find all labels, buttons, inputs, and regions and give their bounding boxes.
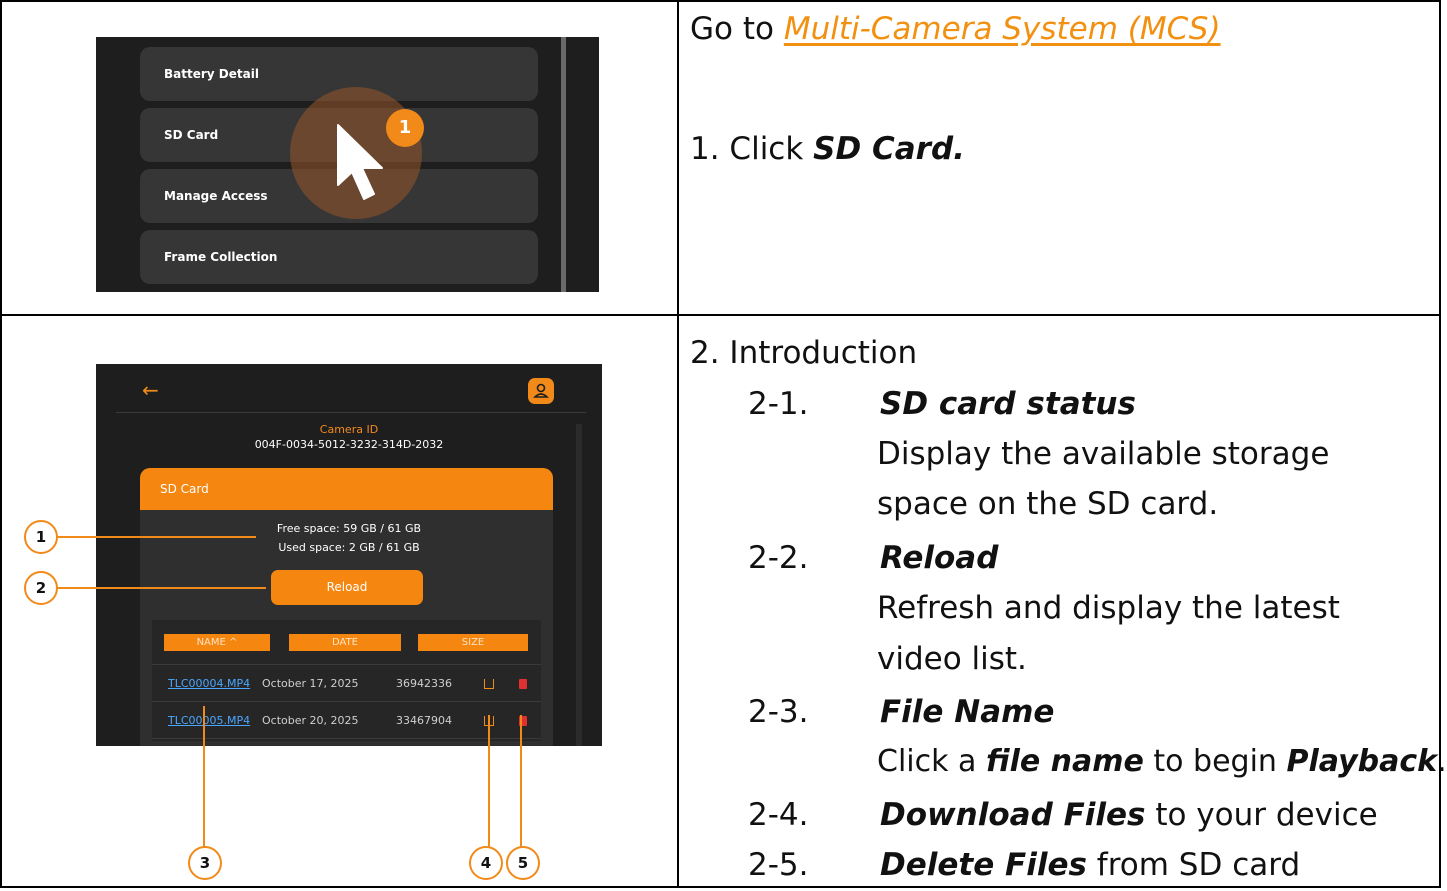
item-2-4-number: 2-4. — [748, 797, 809, 833]
callout-line — [488, 715, 490, 848]
file-size: 36942336 — [396, 677, 452, 690]
desc-text: to begin — [1143, 744, 1287, 779]
reload-button[interactable]: Reload — [271, 570, 423, 605]
item-2-2-number: 2-2. — [748, 540, 809, 576]
file-date: October 20, 2025 — [262, 714, 359, 727]
callout-line — [520, 715, 522, 848]
callout-5: 5 — [506, 846, 540, 880]
item-2-1-number: 2-1. — [748, 386, 809, 422]
column-header-date[interactable]: DATE — [289, 634, 401, 651]
item-2-3-title: File Name — [880, 694, 1055, 730]
item-2-2-desc-line1: Refresh and display the latest — [877, 590, 1340, 626]
item-2-1-title: SD card status — [880, 386, 1136, 422]
item-2-3-number: 2-3. — [748, 694, 809, 730]
profile-icon[interactable] — [528, 378, 554, 404]
header-divider — [116, 412, 586, 413]
column-header-name[interactable]: NAME ^ — [164, 634, 270, 651]
file-name-link[interactable]: TLC00005.MP4 — [168, 714, 250, 727]
camera-id-label: Camera ID — [319, 423, 379, 436]
item-2-1-desc-line2: space on the SD card. — [877, 486, 1219, 522]
desc-emphasis: file name — [985, 744, 1144, 779]
callout-3: 3 — [188, 846, 222, 880]
callout-line — [56, 587, 266, 589]
item-2-4-text: Download Files to your device — [880, 796, 1378, 834]
file-date: October 17, 2025 — [262, 677, 359, 690]
delete-icon[interactable] — [519, 679, 527, 689]
callout-line — [203, 706, 205, 848]
go-to-line: Go to Multi-Camera System (MCS) — [690, 10, 1221, 48]
table-column-divider — [677, 0, 679, 888]
back-arrow-icon[interactable]: ← — [142, 378, 159, 402]
item-2-4-title: Download Files — [880, 797, 1146, 833]
scrollbar[interactable] — [576, 424, 582, 746]
file-name-link[interactable]: TLC00004.MP4 — [168, 677, 250, 690]
step-1: 1. Click SD Card. — [690, 130, 965, 168]
scrollbar[interactable] — [561, 37, 566, 292]
intro-title: 2. Introduction — [690, 335, 918, 371]
item-2-2-title: Reload — [880, 540, 999, 576]
free-space-text: Free space: 59 GB / 61 GB — [276, 522, 422, 535]
callout-line — [56, 536, 256, 538]
item-2-4-desc: to your device — [1145, 797, 1378, 833]
screenshot-sd-card: ← Camera ID 004F-0034-5012-3232-314D-203… — [96, 364, 602, 746]
item-2-1-desc-line1: Display the available storage — [877, 436, 1330, 472]
item-2-3-desc: Click a file name to begin Playback. — [877, 743, 1447, 781]
step-1-target: SD Card. — [813, 131, 965, 167]
screenshot-menu: Battery Detail SD Card Manage Access Fra… — [96, 37, 599, 292]
desc-emphasis: Playback — [1286, 744, 1438, 779]
item-2-5-number: 2-5. — [748, 847, 809, 883]
sd-card-title: SD Card — [140, 468, 553, 510]
row-divider — [152, 701, 541, 702]
callout-2: 2 — [24, 571, 58, 605]
step-1-prefix: 1. Click — [690, 131, 814, 167]
item-2-5-text: Delete Files from SD card — [880, 846, 1300, 884]
camera-id-value: 004F-0034-5012-3232-314D-2032 — [254, 438, 444, 451]
used-space-text: Used space: 2 GB / 61 GB — [278, 541, 420, 554]
item-2-5-desc: from SD card — [1086, 847, 1301, 883]
desc-text: Click a — [877, 744, 986, 779]
cursor-icon — [337, 124, 383, 200]
row-divider — [152, 738, 541, 739]
download-icon[interactable] — [484, 679, 494, 689]
row-divider — [152, 664, 541, 665]
file-size: 33467904 — [396, 714, 452, 727]
step-badge: 1 — [386, 109, 424, 147]
desc-text: . — [1437, 744, 1447, 779]
column-header-size[interactable]: SIZE — [418, 634, 528, 651]
go-to-prefix: Go to — [690, 11, 784, 47]
callout-1: 1 — [24, 520, 58, 554]
table-row-divider — [0, 314, 1441, 316]
mcs-link[interactable]: Multi-Camera System (MCS) — [784, 11, 1221, 47]
item-2-5-title: Delete Files — [880, 847, 1087, 883]
callout-4: 4 — [469, 846, 503, 880]
item-2-2-desc-line2: video list. — [877, 641, 1027, 677]
menu-item-frame-collection[interactable]: Frame Collection — [140, 230, 538, 284]
